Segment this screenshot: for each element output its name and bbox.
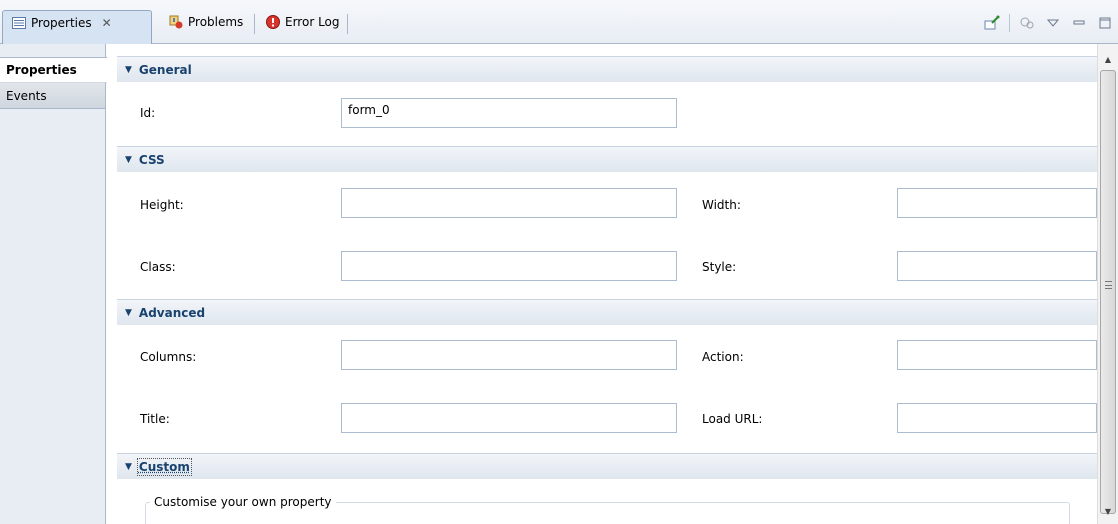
tab-separator (347, 14, 348, 34)
class-label: Class: (140, 260, 176, 274)
section-general-header[interactable]: ▼ General (117, 56, 1097, 82)
grip-icon (1105, 281, 1112, 289)
view-toolbar (983, 12, 1118, 34)
properties-icon (11, 15, 27, 31)
columns-label: Columns: (140, 350, 197, 364)
tab-separator (254, 14, 255, 34)
tab-problems[interactable]: Problems (160, 10, 251, 44)
vertical-scrollbar[interactable]: ▲ ▼ (1097, 44, 1118, 524)
title-field[interactable] (341, 403, 677, 433)
id-field[interactable]: form_0 (341, 98, 677, 128)
tab-problems-label: Problems (188, 15, 244, 29)
custom-group-legend: Customise your own property (150, 495, 336, 509)
scroll-up-icon[interactable]: ▲ (1098, 50, 1118, 68)
tab-properties[interactable]: Properties ✕ (2, 10, 152, 44)
id-label: Id: (140, 106, 156, 120)
filter-icon[interactable] (1018, 14, 1036, 32)
side-tab-events[interactable]: Events (0, 83, 105, 109)
expand-triangle-icon: ▼ (125, 307, 132, 318)
load-url-field[interactable] (897, 403, 1097, 433)
tab-error-log-label: Error Log (285, 15, 340, 29)
custom-property-group: Customise your own property (145, 495, 1070, 524)
class-field[interactable] (341, 251, 677, 281)
expand-triangle-icon: ▼ (125, 154, 132, 165)
view-tab-bar: Properties ✕ Problems Error Log (0, 0, 1118, 44)
maximize-icon[interactable] (1096, 14, 1114, 32)
style-field[interactable] (897, 251, 1097, 281)
action-field[interactable] (897, 340, 1097, 370)
section-advanced-title: Advanced (138, 305, 206, 320)
section-custom-title: Custom (136, 457, 192, 476)
side-tab-properties[interactable]: Properties (0, 57, 107, 83)
scroll-down-icon[interactable]: ▼ (1098, 502, 1118, 520)
side-tab-events-label: Events (6, 88, 47, 103)
view-menu-icon[interactable] (1044, 14, 1062, 32)
section-css-title: CSS (138, 152, 165, 167)
property-side-tabs: Properties Events (0, 44, 107, 524)
load-url-label: Load URL: (702, 412, 763, 426)
expand-triangle-icon: ▼ (125, 64, 132, 75)
section-advanced-header[interactable]: ▼ Advanced (117, 299, 1097, 325)
side-tab-properties-label: Properties (6, 63, 77, 77)
height-label: Height: (140, 198, 184, 212)
pin-icon[interactable] (983, 14, 1001, 32)
columns-field[interactable] (341, 340, 677, 370)
error-log-icon (265, 14, 281, 30)
title-label: Title: (140, 412, 170, 426)
expand-triangle-icon: ▼ (125, 461, 132, 472)
action-label: Action: (702, 350, 744, 364)
width-field[interactable] (897, 188, 1097, 218)
scrollbar-thumb[interactable] (1100, 70, 1116, 514)
properties-panel: ▼ General Id: form_0 ▼ CSS Height: Width… (107, 44, 1097, 524)
section-css-header[interactable]: ▼ CSS (117, 146, 1097, 172)
width-label: Width: (702, 198, 741, 212)
close-tab-icon[interactable]: ✕ (102, 16, 112, 30)
problems-icon (168, 14, 184, 30)
section-custom-header[interactable]: ▼ Custom (117, 453, 1097, 479)
tab-error-log[interactable]: Error Log (257, 10, 348, 44)
section-general-title: General (138, 62, 192, 77)
minimize-icon[interactable] (1070, 14, 1088, 32)
tab-properties-label: Properties (31, 16, 92, 30)
style-label: Style: (702, 260, 737, 274)
toolbar-divider (1009, 14, 1010, 32)
height-field[interactable] (341, 188, 677, 218)
